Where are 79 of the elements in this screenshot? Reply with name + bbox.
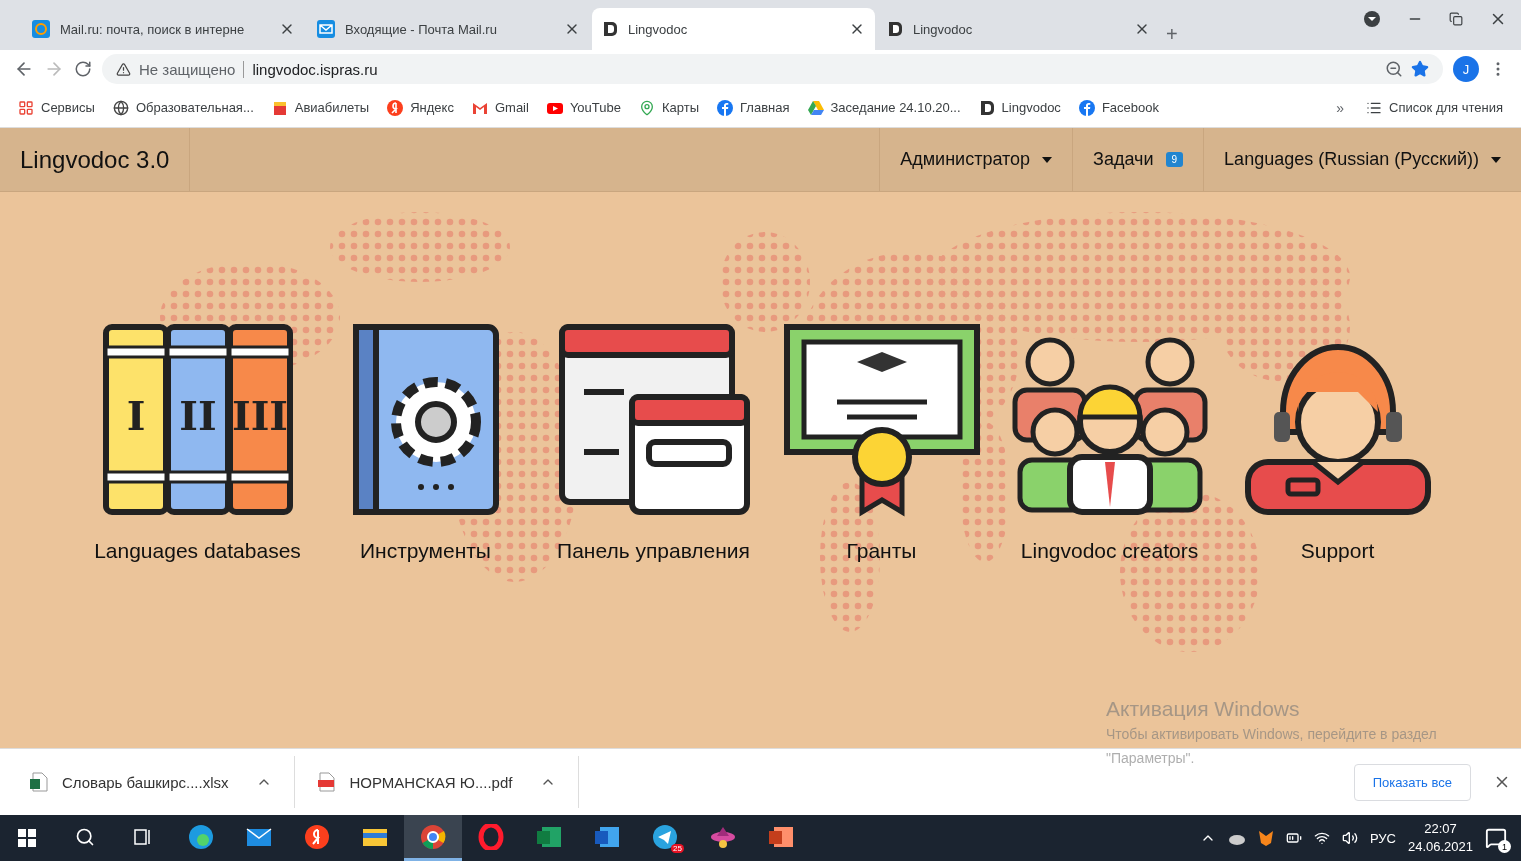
- page-logo-icon: [887, 21, 903, 37]
- warning-icon: [116, 61, 131, 77]
- security-warning: Не защищено: [139, 60, 245, 78]
- bookmark-link[interactable]: Образовательная...: [112, 99, 254, 116]
- tab-search-icon[interactable]: [1363, 10, 1381, 28]
- taskbar-app[interactable]: [404, 815, 462, 861]
- reload-icon[interactable]: [74, 60, 92, 78]
- battery-icon[interactable]: [1285, 830, 1302, 846]
- speaker-icon[interactable]: [1341, 830, 1358, 846]
- notification-icon[interactable]: [1485, 827, 1507, 849]
- ticket-icon: [271, 99, 288, 116]
- more-bookmarks-button[interactable]: »: [1332, 95, 1348, 120]
- triangle-logo-icon: [807, 99, 824, 116]
- page-logo-icon: [978, 99, 995, 116]
- bookmark-link[interactable]: Авиабилеты: [271, 99, 370, 116]
- browser-tab[interactable]: Входящие - Почта Mail.ru: [307, 8, 590, 50]
- menu-tile[interactable]: Гранты: [776, 322, 987, 563]
- circle-logo-icon: [387, 99, 404, 116]
- books-drawing: I II III: [97, 322, 298, 517]
- circle-logo-icon: [304, 823, 330, 850]
- at-sign-icon: [32, 20, 50, 38]
- star-icon[interactable]: [1411, 60, 1429, 78]
- circle-logo-icon: [1078, 99, 1095, 116]
- nav-menu-item[interactable]: Languages (Russian (Русский)): [1203, 128, 1521, 191]
- nav-menu-item[interactable]: Администратор: [879, 128, 1073, 191]
- menu-tile[interactable]: I II III Languages databases: [92, 322, 303, 563]
- task-view-icon: [133, 826, 153, 847]
- bookmark-link[interactable]: Facebook: [1078, 99, 1159, 116]
- browser-tab[interactable]: Mail.ru: почта, поиск в интерне: [22, 8, 305, 50]
- bookmark-link[interactable]: YouTube: [546, 99, 621, 116]
- browser-tab[interactable]: Lingvodoc: [877, 8, 1160, 50]
- restore-icon[interactable]: [1449, 12, 1463, 26]
- bookmark-link[interactable]: Сервисы: [18, 99, 95, 116]
- clock[interactable]: 22:07 24.06.2021: [1407, 819, 1473, 857]
- search-icon: [75, 826, 95, 847]
- menu-tile[interactable]: Support: [1232, 322, 1443, 563]
- apps-grid-icon: [18, 99, 34, 116]
- count-badge: 25: [671, 844, 684, 853]
- bookmark-link[interactable]: Главная: [717, 99, 790, 116]
- envelope-icon: [317, 20, 335, 38]
- caret-icon: [1491, 156, 1501, 163]
- notification-count: 1: [1498, 840, 1511, 853]
- fox-icon[interactable]: [1257, 830, 1274, 846]
- browser-logo-icon: [188, 823, 214, 850]
- show-all-button[interactable]: Показать все: [1353, 763, 1471, 801]
- zoom-out-icon[interactable]: [1385, 60, 1403, 78]
- bookmark-link[interactable]: Заседание 24.10.20...: [807, 99, 961, 116]
- language-indicator[interactable]: РУС: [1369, 830, 1396, 846]
- caret-icon: [1042, 156, 1053, 163]
- reading-list-link[interactable]: Список для чтения: [1366, 99, 1503, 116]
- wifi-icon[interactable]: [1313, 830, 1330, 846]
- circle-logo-icon: [717, 99, 734, 116]
- browser-tab[interactable]: Lingvodoc: [592, 8, 875, 50]
- windows-start-icon[interactable]: [18, 829, 36, 847]
- menu-tile[interactable]: Панель управления: [548, 322, 759, 563]
- count-badge: 9: [1165, 152, 1184, 167]
- globe-icon: [112, 99, 129, 116]
- address-bar[interactable]: Не защищено lingvodoc.ispras.ru: [102, 54, 1443, 84]
- url-text: lingvodoc.ispras.ru: [252, 60, 378, 78]
- taskbar-app[interactable]: 25: [636, 815, 694, 861]
- browser-logo-icon: [420, 823, 446, 850]
- ring-logo-icon: [478, 823, 504, 850]
- page-logo-icon: [602, 21, 618, 37]
- map-pin-icon: [639, 99, 655, 116]
- new-tab-button[interactable]: +: [1162, 19, 1182, 50]
- bookmark-link[interactable]: Lingvodoc: [978, 99, 1061, 116]
- spreadsheet-file-icon: [30, 772, 48, 792]
- download-file-name[interactable]: Словарь башкирс....xlsx: [62, 773, 229, 791]
- download-file-name[interactable]: НОРМАНСКАЯ Ю....pdf: [349, 773, 513, 791]
- activation-title: Активация Windows: [1106, 697, 1301, 721]
- bookmark-link[interactable]: Яндекс: [387, 99, 454, 116]
- profile-avatar[interactable]: J: [1453, 56, 1479, 82]
- bookmark-link[interactable]: Gmail: [471, 99, 529, 116]
- menu-tile[interactable]: Инструменты: [320, 322, 531, 563]
- brand-link[interactable]: Lingvodoc 3.0: [0, 128, 191, 191]
- nav-menu-item[interactable]: Задачи 9: [1072, 128, 1204, 191]
- menu-tile[interactable]: Lingvodoc creators: [1004, 322, 1215, 563]
- pdf-file-icon: [317, 772, 336, 792]
- bookmark-link[interactable]: Карты: [639, 99, 700, 116]
